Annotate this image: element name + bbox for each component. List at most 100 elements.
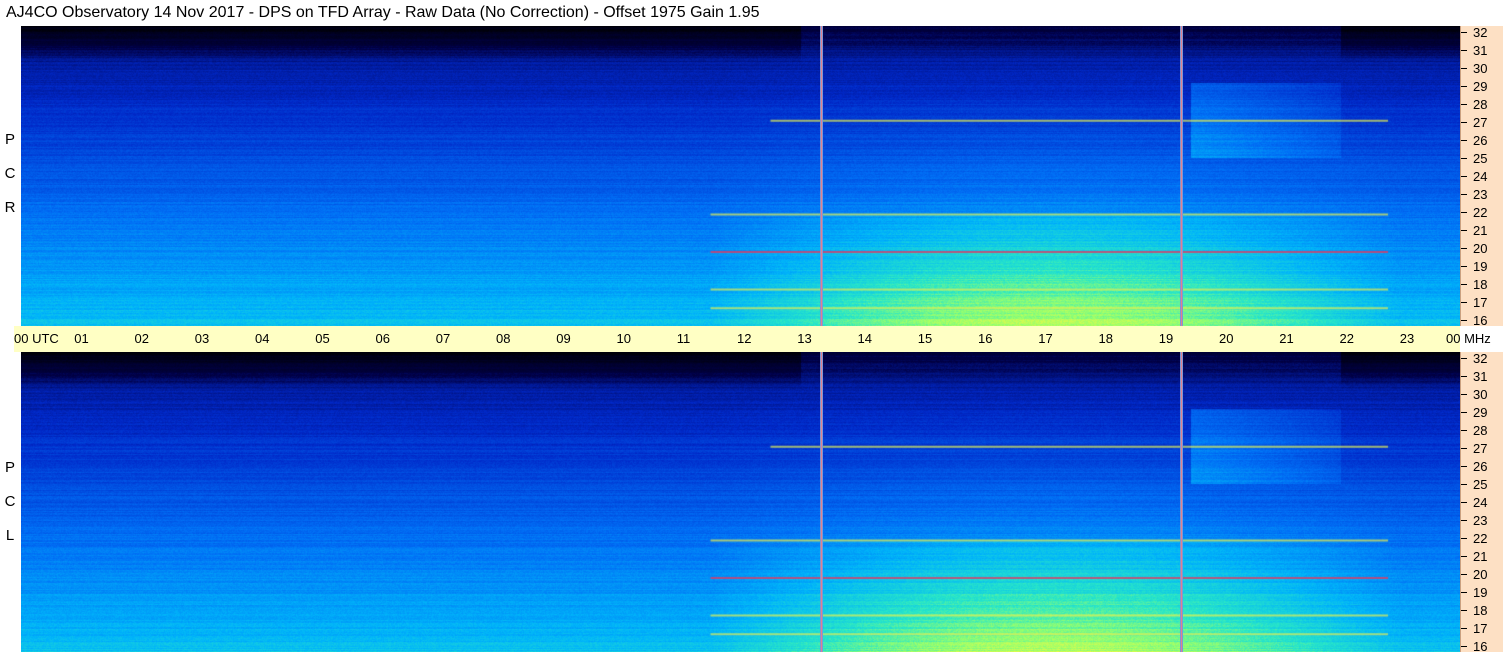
time-tick-label: 06 — [375, 331, 390, 346]
time-tick-label: 20 — [1219, 331, 1234, 346]
lcp-label: L C P — [0, 453, 20, 553]
freq-tick — [1461, 158, 1467, 159]
time-marker-line — [820, 352, 824, 652]
freq-tick-label: 22 — [1473, 531, 1488, 546]
time-tick-label: 01 — [74, 331, 89, 346]
freq-tick — [1461, 376, 1467, 377]
freq-tick-label: 27 — [1473, 115, 1488, 130]
freq-tick — [1461, 484, 1467, 485]
freq-tick-label: 31 — [1473, 43, 1488, 58]
time-tick-label: 10 — [616, 331, 631, 346]
freq-tick-label: 24 — [1473, 495, 1488, 510]
rcp-letter-1: R — [4, 199, 16, 216]
freq-tick-label: 18 — [1473, 603, 1488, 618]
time-tick-label: 22 — [1339, 331, 1354, 346]
freq-tick-label: 25 — [1473, 151, 1488, 166]
time-tick-label: 14 — [857, 331, 872, 346]
rcp-heatmap — [21, 26, 1460, 326]
rcp-frequency-axis: 32 31 30 29 28 27 26 25 24 23 22 21 20 19 18 17 16 — [1460, 25, 1503, 327]
freq-tick — [1461, 140, 1467, 141]
freq-tick — [1461, 248, 1467, 249]
freq-tick — [1461, 502, 1467, 503]
freq-tick — [1461, 466, 1467, 467]
freq-tick-label: 30 — [1473, 61, 1488, 76]
time-tick-label: 05 — [315, 331, 330, 346]
time-marker-line — [1179, 26, 1183, 326]
freq-tick — [1461, 574, 1467, 575]
freq-tick — [1461, 430, 1467, 431]
time-tick-label: 15 — [917, 331, 933, 346]
freq-tick — [1461, 320, 1467, 321]
freq-tick-label: 29 — [1473, 79, 1488, 94]
time-tick-label: 09 — [556, 331, 571, 346]
rcp-label: R C P — [0, 125, 20, 225]
freq-tick — [1461, 50, 1467, 51]
time-tick-label: 12 — [737, 331, 752, 346]
freq-tick — [1461, 358, 1467, 359]
freq-tick — [1461, 266, 1467, 267]
freq-tick — [1461, 302, 1467, 303]
freq-tick-label: 24 — [1473, 169, 1488, 184]
freq-tick — [1461, 122, 1467, 123]
freq-tick-label: 27 — [1473, 441, 1488, 456]
freq-tick-label: 16 — [1473, 639, 1488, 654]
lcp-frequency-axis: 32 31 30 29 28 27 26 25 24 23 22 21 20 19 18 17 16 — [1460, 351, 1503, 654]
freq-tick — [1461, 32, 1467, 33]
freq-tick-label: 32 — [1473, 25, 1488, 40]
freq-tick — [1461, 176, 1467, 177]
freq-tick-label: 22 — [1473, 205, 1488, 220]
freq-tick-label: 23 — [1473, 513, 1488, 528]
time-tick-label: 00 MHz — [1446, 331, 1491, 346]
freq-tick — [1461, 538, 1467, 539]
freq-tick-label: 21 — [1473, 223, 1488, 238]
freq-tick — [1461, 230, 1467, 231]
time-tick-label: 13 — [797, 331, 812, 346]
time-marker-line — [820, 26, 824, 326]
freq-tick-label: 21 — [1473, 549, 1488, 564]
freq-tick — [1461, 104, 1467, 105]
freq-tick — [1461, 412, 1467, 413]
time-tick-label: 16 — [978, 331, 993, 346]
freq-tick — [1461, 448, 1467, 449]
time-marker-line — [1179, 352, 1183, 652]
lcp-heatmap — [21, 352, 1460, 652]
time-tick-label: 04 — [255, 331, 270, 346]
freq-tick-label: 26 — [1473, 459, 1488, 474]
chart-title: AJ4CO Observatory 14 Nov 2017 - DPS on T… — [6, 4, 760, 21]
freq-tick — [1461, 68, 1467, 69]
freq-tick — [1461, 212, 1467, 213]
rcp-letter-3: P — [4, 131, 15, 148]
time-tick-label: 19 — [1158, 331, 1174, 346]
time-tick-label: 03 — [194, 331, 210, 346]
freq-tick-label: 20 — [1473, 241, 1488, 256]
freq-tick-label: 31 — [1473, 369, 1488, 384]
time-axis: 00 UTC 01 02 03 04 05 06 07 08 09 10 11 12 13 14 15 16 17… — [14, 326, 1491, 352]
freq-tick — [1461, 610, 1467, 611]
freq-tick-label: 17 — [1473, 295, 1488, 310]
freq-tick — [1461, 520, 1467, 521]
freq-tick — [1461, 628, 1467, 629]
freq-tick-label: 28 — [1473, 423, 1488, 438]
freq-tick-label: 18 — [1473, 277, 1488, 292]
freq-tick — [1461, 394, 1467, 395]
time-tick-label: 11 — [676, 331, 691, 346]
freq-tick — [1461, 646, 1467, 647]
time-tick-label: 00 UTC — [14, 331, 59, 346]
freq-tick-label: 32 — [1473, 351, 1488, 366]
freq-tick — [1461, 592, 1467, 593]
freq-tick-label: 28 — [1473, 97, 1488, 112]
freq-tick-label: 20 — [1473, 567, 1488, 582]
rcp-spectrogram — [21, 26, 1460, 326]
freq-tick-label: 19 — [1473, 585, 1488, 600]
rcp-letter-2: C — [4, 165, 16, 182]
freq-tick — [1461, 86, 1467, 87]
lcp-spectrogram — [21, 352, 1460, 652]
freq-tick-label: 26 — [1473, 133, 1488, 148]
time-tick-label: 23 — [1399, 331, 1415, 346]
freq-tick-label: 17 — [1473, 621, 1488, 636]
freq-tick-label: 25 — [1473, 477, 1488, 492]
time-tick-label: 21 — [1279, 331, 1294, 346]
time-tick-label: 07 — [435, 331, 451, 346]
freq-tick — [1461, 284, 1467, 285]
freq-tick-label: 19 — [1473, 259, 1488, 274]
